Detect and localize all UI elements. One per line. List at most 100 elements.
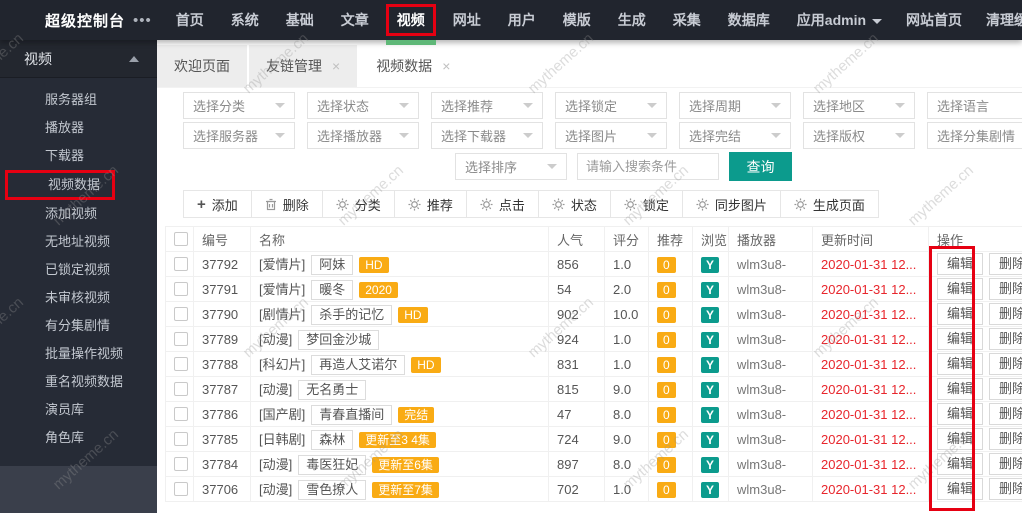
toolbar-button-7[interactable]: 同步图片 [681,190,781,218]
filter-select-row2-3[interactable]: 选择图片 [555,122,667,149]
row-checkbox[interactable] [174,282,188,296]
toolbar-button-3[interactable]: 推荐 [393,190,467,218]
sort-select[interactable]: 选择排序 [455,153,567,180]
sidebar-item-12[interactable]: 角色库 [0,424,157,452]
topnav-item-7[interactable]: 模版 [563,10,591,30]
filter-select-row2-4[interactable]: 选择完结 [679,122,791,149]
cell-views: 856 [548,251,605,277]
filter-select-row2-0[interactable]: 选择服务器 [183,122,295,149]
topnav-item-6[interactable]: 用户 [508,10,536,30]
toolbar-button-1[interactable]: 删除 [250,190,323,218]
row-checkbox[interactable] [174,357,188,371]
collapse-arrow-icon[interactable] [129,55,139,62]
row-checkbox[interactable] [174,382,188,396]
clear-cache-link[interactable]: 清理缓存 [986,10,1022,30]
filter-select-row1-6[interactable]: 选择语言 [927,92,1022,119]
filter-select-row2-2[interactable]: 选择下载器 [431,122,543,149]
row-action-edit-button[interactable]: 编辑 [937,328,984,350]
sidebar-item-5[interactable]: 无地址视频 [0,228,157,256]
row-checkbox[interactable] [174,432,188,446]
browse-badge: Y [701,406,720,423]
tab-0[interactable]: 欢迎页面 [157,45,249,87]
row-action-edit-button[interactable]: 编辑 [937,428,984,450]
toolbar-button-0[interactable]: + 添加 [183,190,252,218]
row-action-edit-button[interactable]: 编辑 [937,478,984,500]
row-action-delete-button[interactable]: 删除 [989,428,1022,450]
row-checkbox[interactable] [174,307,188,321]
toolbar-button-4[interactable]: 点击 [465,190,539,218]
row-action-edit-button[interactable]: 编辑 [937,378,984,400]
row-action-edit-button[interactable]: 编辑 [937,253,984,275]
row-checkbox[interactable] [174,257,188,271]
row-action-edit-button[interactable]: 编辑 [937,453,984,475]
sidebar-item-11[interactable]: 演员库 [0,396,157,424]
row-checkbox[interactable] [174,457,188,471]
row-action-delete-button[interactable]: 删除 [989,478,1022,500]
row-action-delete-button[interactable]: 删除 [989,353,1022,375]
filter-select-row2-5[interactable]: 选择版权 [803,122,915,149]
row-checkbox[interactable] [174,482,188,496]
query-button[interactable]: 查询 [729,152,792,181]
filter-select-row1-2[interactable]: 选择推荐 [431,92,543,119]
row-action-edit-button[interactable]: 编辑 [937,303,984,325]
sidebar-item-4[interactable]: 添加视频 [0,200,157,228]
row-action-delete-button[interactable]: 删除 [989,378,1022,400]
topnav-item-5[interactable]: 网址 [453,10,481,30]
filter-select-row1-3[interactable]: 选择锁定 [555,92,667,119]
sidebar-item-10[interactable]: 重名视频数据 [0,368,157,396]
close-icon[interactable]: × [442,58,450,74]
sidebar-item-7[interactable]: 未审核视频 [0,284,157,312]
video-title: 森林 [311,429,354,450]
filter-select-row2-1[interactable]: 选择播放器 [307,122,419,149]
sidebar-item-0[interactable]: 服务器组 [0,86,157,114]
tab-1[interactable]: 友链管理 × [249,45,360,87]
sidebar-item-8[interactable]: 有分集剧情 [0,312,157,340]
sidebar-item-6[interactable]: 已锁定视频 [0,256,157,284]
toolbar-button-8[interactable]: 生成页面 [779,190,879,218]
sidebar-item-1[interactable]: 播放器 [0,114,157,142]
filter-select-row2-6[interactable]: 选择分集剧情 [927,122,1022,149]
topnav-item-11[interactable]: 应用 [797,10,825,30]
toolbar-button-2[interactable]: 分类 [321,190,395,218]
site-home-link[interactable]: 网站首页 [906,10,962,30]
row-action-delete-button[interactable]: 删除 [989,303,1022,325]
row-action-delete-button[interactable]: 删除 [989,278,1022,300]
cell-id: 37790 [193,301,251,327]
filter-select-row1-5[interactable]: 选择地区 [803,92,915,119]
filter-select-row1-4[interactable]: 选择周期 [679,92,791,119]
select-all-checkbox[interactable] [174,232,188,246]
topnav-item-8[interactable]: 生成 [618,10,646,30]
topnav-item-3[interactable]: 文章 [341,10,369,30]
close-icon[interactable]: × [332,58,340,74]
topnav-item-2[interactable]: 基础 [286,10,314,30]
row-checkbox[interactable] [174,332,188,346]
status-badge: 更新至7集 [372,481,439,498]
topnav-item-4[interactable]: 视频 [385,4,436,45]
row-action-delete-button[interactable]: 删除 [989,328,1022,350]
user-menu[interactable]: admin [825,12,883,28]
topnav-item-0[interactable]: 首页 [176,10,204,30]
sidebar-item-2[interactable]: 下载器 [0,142,157,170]
row-action-edit-button[interactable]: 编辑 [937,278,984,300]
filter-select-row1-1[interactable]: 选择状态 [307,92,419,119]
row-action-delete-button[interactable]: 删除 [989,403,1022,425]
topnav-item-10[interactable]: 数据库 [728,10,770,30]
cell-views: 924 [548,326,605,352]
more-menu-icon[interactable]: ••• [133,12,152,29]
sidebar-item-3[interactable]: 视频数据 [5,170,115,200]
toolbar-button-6[interactable]: 锁定 [609,190,683,218]
row-action-edit-button[interactable]: 编辑 [937,403,984,425]
tab-2[interactable]: 视频数据 × [359,45,470,87]
toolbar-button-5[interactable]: 状态 [537,190,611,218]
sidebar-section-video[interactable]: 视频 [0,40,157,78]
topnav-item-9[interactable]: 采集 [673,10,701,30]
filter-select-row1-0[interactable]: 选择分类 [183,92,295,119]
row-action-delete-button[interactable]: 删除 [989,453,1022,475]
topnav-item-1[interactable]: 系统 [231,10,259,30]
video-title: 暖冬 [311,279,354,300]
row-action-delete-button[interactable]: 删除 [989,253,1022,275]
row-checkbox[interactable] [174,407,188,421]
sidebar-item-9[interactable]: 批量操作视频 [0,340,157,368]
search-input[interactable] [577,153,719,180]
row-action-edit-button[interactable]: 编辑 [937,353,984,375]
